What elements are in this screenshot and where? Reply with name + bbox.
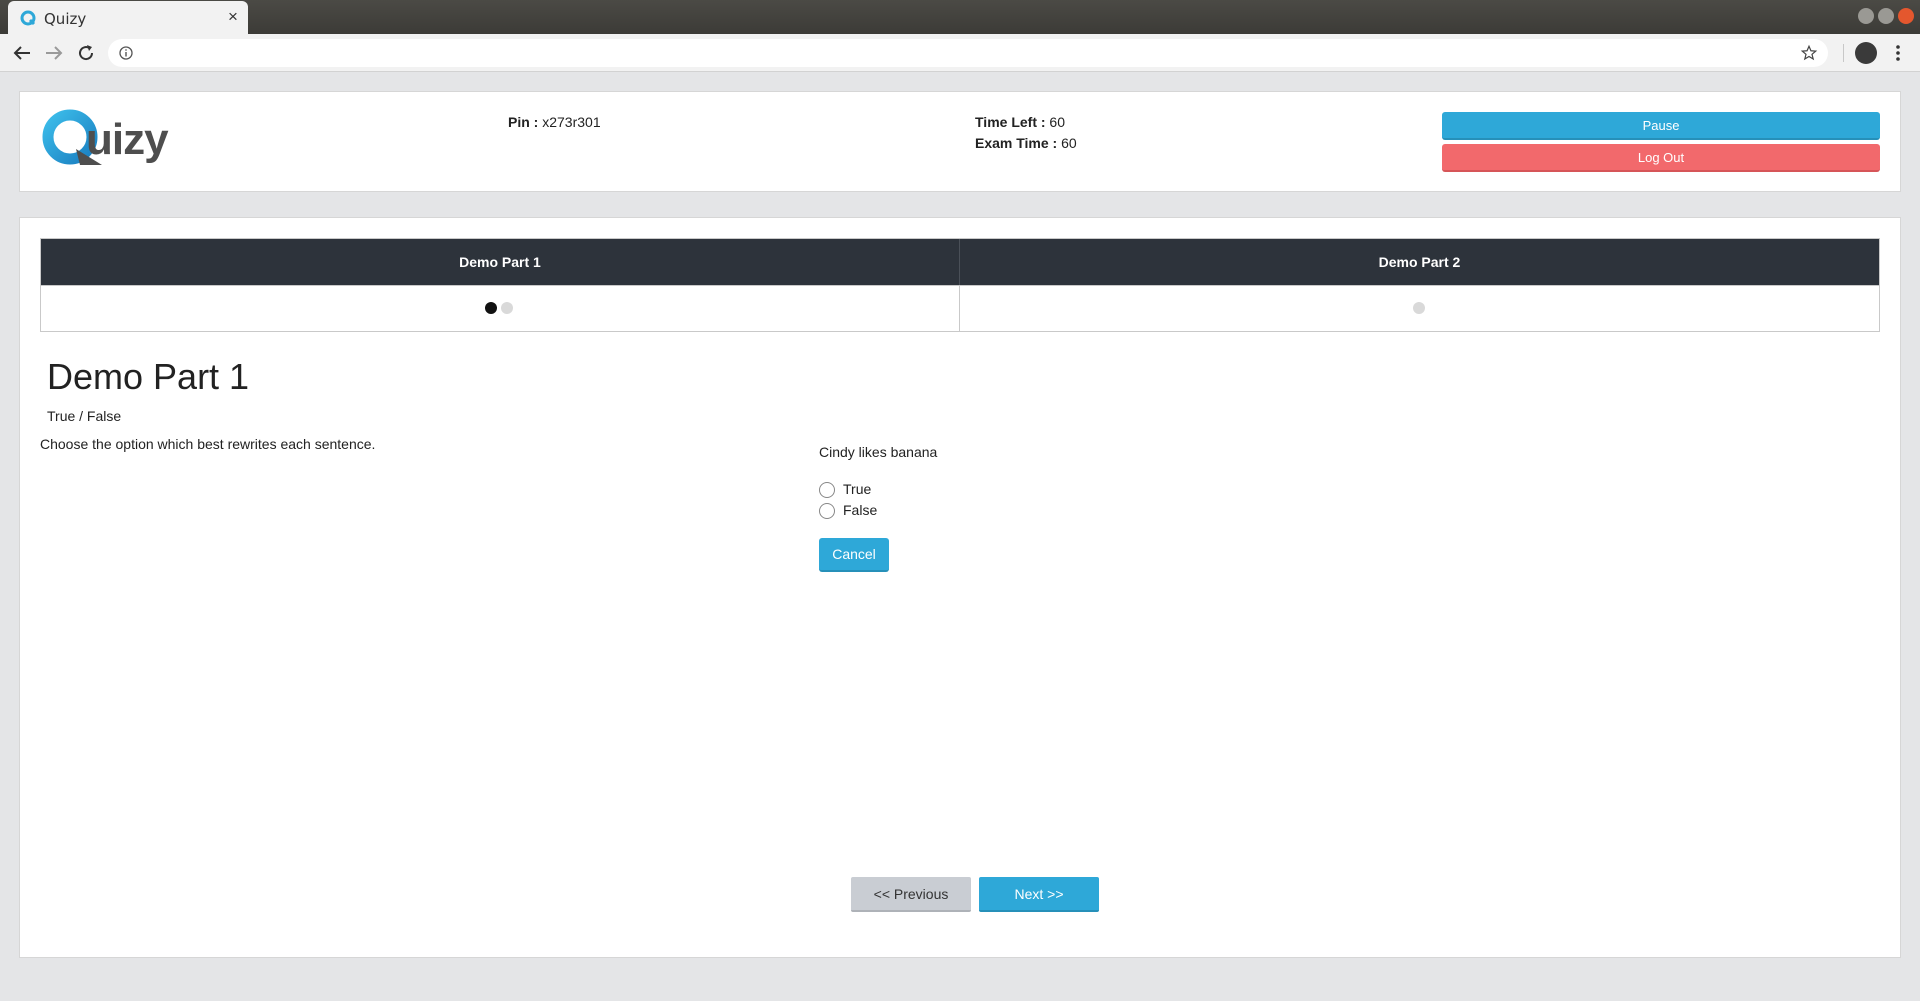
address-bar[interactable] xyxy=(108,39,1828,67)
quizy-logo: uizy xyxy=(40,109,169,167)
exam-content: Demo Part 1 Demo Part 2 Demo Part 1 True… xyxy=(19,217,1901,958)
profile-icon[interactable] xyxy=(1855,42,1877,64)
pause-button[interactable]: Pause xyxy=(1442,112,1880,140)
time-left-label: Time Left : xyxy=(975,114,1046,130)
section-title: Demo Part 1 xyxy=(47,356,250,397)
section-subtitle: True / False xyxy=(47,408,122,424)
star-icon[interactable] xyxy=(1800,44,1818,62)
window-minimize-button[interactable] xyxy=(1858,8,1874,24)
radio-false[interactable] xyxy=(819,503,835,519)
tab-demo-part-2[interactable]: Demo Part 2 xyxy=(960,239,1879,285)
menu-icon[interactable] xyxy=(1890,42,1906,64)
forward-icon[interactable] xyxy=(42,41,66,65)
question-dot-active[interactable] xyxy=(485,302,497,314)
radio-true[interactable] xyxy=(819,482,835,498)
window-close-button[interactable] xyxy=(1898,8,1914,24)
pin-info: Pin : x273r301 xyxy=(508,114,601,130)
exam-time-label: Exam Time : xyxy=(975,135,1058,151)
option-false-label[interactable]: False xyxy=(843,502,877,518)
logout-button[interactable]: Log Out xyxy=(1442,144,1880,172)
window-maximize-button[interactable] xyxy=(1878,8,1894,24)
reload-icon[interactable] xyxy=(74,41,98,65)
question-text: Cindy likes banana xyxy=(819,444,938,460)
cancel-button[interactable]: Cancel xyxy=(819,538,889,572)
pin-label: Pin : xyxy=(508,114,539,130)
question-dot[interactable] xyxy=(501,302,513,314)
exam-time-value: 60 xyxy=(1061,135,1077,151)
tab-demo-part-1[interactable]: Demo Part 1 xyxy=(41,239,960,285)
tab-close-icon[interactable]: × xyxy=(224,7,242,27)
pin-value: x273r301 xyxy=(542,114,601,130)
exam-header: uizy Pin : x273r301 Time Left : 60 Exam … xyxy=(19,91,1901,192)
part-1-progress xyxy=(41,285,960,331)
info-icon[interactable] xyxy=(118,45,134,61)
parts-table: Demo Part 1 Demo Part 2 xyxy=(40,238,1880,332)
exam-time-info: Exam Time : 60 xyxy=(975,135,1077,151)
time-left-value: 60 xyxy=(1049,114,1065,130)
back-icon[interactable] xyxy=(10,41,34,65)
part-2-progress xyxy=(960,285,1879,331)
url-input[interactable] xyxy=(144,45,1744,61)
quizy-favicon-icon xyxy=(20,10,36,26)
logo-text: uizy xyxy=(86,115,169,164)
browser-tab[interactable]: Quizy × xyxy=(8,1,248,34)
next-button[interactable]: Next >> xyxy=(979,877,1099,912)
question-dot[interactable] xyxy=(1413,302,1425,314)
toolbar-separator xyxy=(1843,44,1844,62)
previous-button[interactable]: << Previous xyxy=(851,877,971,912)
time-left-info: Time Left : 60 xyxy=(975,114,1065,130)
option-true-label[interactable]: True xyxy=(843,481,871,497)
browser-titlebar: Quizy × xyxy=(0,0,1920,34)
tab-title: Quizy xyxy=(44,10,87,28)
browser-toolbar xyxy=(0,34,1920,72)
instructions-text: Choose the option which best rewrites ea… xyxy=(40,436,376,452)
